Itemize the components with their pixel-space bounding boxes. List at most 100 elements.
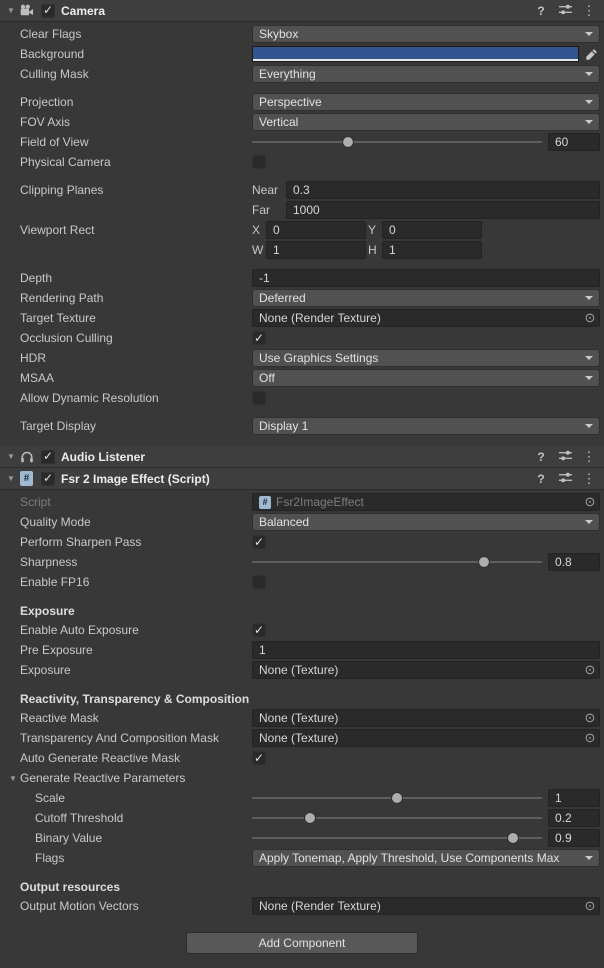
occlusion-culling-checkbox[interactable] (252, 331, 266, 345)
object-picker-icon[interactable]: ⊙ (581, 730, 599, 746)
enable-fp16-checkbox[interactable] (252, 575, 266, 589)
near-field[interactable]: 0.3 (286, 181, 600, 199)
fov-axis-dropdown[interactable]: Vertical (252, 113, 600, 131)
projection-dropdown[interactable]: Perspective (252, 93, 600, 111)
slider-knob[interactable] (508, 833, 518, 843)
hdr-dropdown[interactable]: Use Graphics Settings (252, 349, 600, 367)
near-label: Near (252, 183, 286, 197)
camera-enabled-checkbox[interactable] (41, 4, 55, 18)
cutoff-threshold-row: Cutoff Threshold 0.2 (0, 808, 604, 828)
kebab-menu-icon[interactable]: ⋮ (582, 449, 596, 465)
script-field[interactable]: # Fsr2ImageEffect ⊙ (252, 493, 600, 511)
perform-sharpen-pass-checkbox[interactable] (252, 535, 266, 549)
rendering-path-label: Rendering Path (20, 291, 252, 305)
field-value: 1 (273, 243, 280, 257)
viewport-h-field[interactable]: 1 (382, 241, 482, 259)
help-icon[interactable]: ? (534, 472, 548, 486)
object-picker-icon[interactable]: ⊙ (581, 310, 599, 326)
field-of-view-value-field[interactable]: 60 (548, 133, 600, 151)
exposure-label: Exposure (20, 663, 252, 677)
fsr2-header[interactable]: ▼ # Fsr 2 Image Effect (Script) ? ⋮ (0, 468, 604, 490)
audio-listener-header[interactable]: ▼ Audio Listener ? ⋮ (0, 446, 604, 468)
msaa-row: MSAA Off (0, 368, 604, 388)
scale-row: Scale 1 (0, 788, 604, 808)
add-component-button[interactable]: Add Component (186, 932, 418, 954)
viewport-x-field[interactable]: 0 (266, 221, 366, 239)
enable-auto-exposure-checkbox[interactable] (252, 623, 266, 637)
foldout-icon[interactable]: ▼ (4, 474, 18, 483)
binary-value-label: Binary Value (35, 831, 252, 845)
object-field-value: None (Texture) (259, 711, 581, 725)
camera-properties: Clear Flags Skybox Background (0, 22, 604, 446)
help-icon[interactable]: ? (534, 4, 548, 18)
foldout-icon[interactable]: ▼ (4, 452, 18, 461)
presets-icon[interactable] (558, 3, 572, 19)
exposure-field[interactable]: None (Texture) ⊙ (252, 661, 600, 679)
rendering-path-row: Rendering Path Deferred (0, 288, 604, 308)
dropdown-value: Deferred (259, 291, 580, 305)
binary-value-slider[interactable] (252, 829, 542, 847)
allow-dynamic-resolution-checkbox[interactable] (252, 391, 266, 405)
fsr2-enabled-checkbox[interactable] (41, 472, 55, 486)
target-texture-field[interactable]: None (Render Texture) ⊙ (252, 309, 600, 327)
camera-header[interactable]: ▼ Camera ? ⋮ (0, 0, 604, 22)
cutoff-threshold-slider[interactable] (252, 809, 542, 827)
x-label: X (252, 223, 266, 237)
transparency-mask-field[interactable]: None (Texture) ⊙ (252, 729, 600, 747)
culling-mask-dropdown[interactable]: Everything (252, 65, 600, 83)
msaa-dropdown[interactable]: Off (252, 369, 600, 387)
rendering-path-dropdown[interactable]: Deferred (252, 289, 600, 307)
output-motion-vectors-field[interactable]: None (Render Texture) ⊙ (252, 897, 600, 915)
msaa-label: MSAA (20, 371, 252, 385)
viewport-w-field[interactable]: 1 (266, 241, 366, 259)
object-field-value: None (Render Texture) (259, 311, 581, 325)
cutoff-threshold-value-field[interactable]: 0.2 (548, 809, 600, 827)
slider-knob[interactable] (305, 813, 315, 823)
output-motion-vectors-row: Output Motion Vectors None (Render Textu… (0, 896, 604, 916)
clear-flags-dropdown[interactable]: Skybox (252, 25, 600, 43)
quality-mode-dropdown[interactable]: Balanced (252, 513, 600, 531)
object-field-value: Fsr2ImageEffect (276, 495, 581, 509)
audio-listener-enabled-checkbox[interactable] (41, 450, 55, 464)
sharpness-row: Sharpness 0.8 (0, 552, 604, 572)
viewport-y-field[interactable]: 0 (382, 221, 482, 239)
kebab-menu-icon[interactable]: ⋮ (582, 3, 596, 19)
section-output-header: Output resources (0, 878, 604, 896)
field-of-view-slider[interactable] (252, 133, 542, 151)
foldout-icon[interactable]: ▼ (6, 774, 20, 783)
pre-exposure-field[interactable]: 1 (252, 641, 600, 659)
quality-mode-label: Quality Mode (20, 515, 252, 529)
physical-camera-checkbox[interactable] (252, 155, 266, 169)
eyedropper-icon[interactable] (583, 46, 600, 62)
far-field[interactable]: 1000 (286, 201, 600, 219)
field-value: 0 (273, 223, 280, 237)
object-picker-icon[interactable]: ⊙ (581, 662, 599, 678)
depth-field[interactable]: -1 (252, 269, 600, 287)
slider-knob[interactable] (343, 137, 353, 147)
culling-mask-label: Culling Mask (20, 67, 252, 81)
presets-icon[interactable] (558, 471, 572, 487)
help-icon[interactable]: ? (534, 450, 548, 464)
slider-knob[interactable] (392, 793, 402, 803)
fsr2-properties: Script # Fsr2ImageEffect ⊙ Quality Mode … (0, 490, 604, 916)
foldout-icon[interactable]: ▼ (4, 6, 18, 15)
scale-value-field[interactable]: 1 (548, 789, 600, 807)
sharpness-value-field[interactable]: 0.8 (548, 553, 600, 571)
scale-slider[interactable] (252, 789, 542, 807)
sharpness-slider[interactable] (252, 553, 542, 571)
target-display-dropdown[interactable]: Display 1 (252, 417, 600, 435)
auto-generate-reactive-mask-checkbox[interactable] (252, 751, 266, 765)
generate-reactive-parameters-row: ▼ Generate Reactive Parameters (0, 768, 604, 788)
field-of-view-row: Field of View 60 (0, 132, 604, 152)
object-picker-icon[interactable]: ⊙ (581, 710, 599, 726)
reactive-mask-field[interactable]: None (Texture) ⊙ (252, 709, 600, 727)
flags-dropdown[interactable]: Apply Tonemap, Apply Threshold, Use Comp… (252, 849, 600, 867)
object-picker-icon[interactable]: ⊙ (581, 494, 599, 510)
object-picker-icon[interactable]: ⊙ (581, 898, 599, 914)
background-color-swatch[interactable] (252, 46, 579, 62)
binary-value-value-field[interactable]: 0.9 (548, 829, 600, 847)
slider-knob[interactable] (479, 557, 489, 567)
field-value: 60 (555, 135, 568, 149)
kebab-menu-icon[interactable]: ⋮ (582, 471, 596, 487)
presets-icon[interactable] (558, 449, 572, 465)
